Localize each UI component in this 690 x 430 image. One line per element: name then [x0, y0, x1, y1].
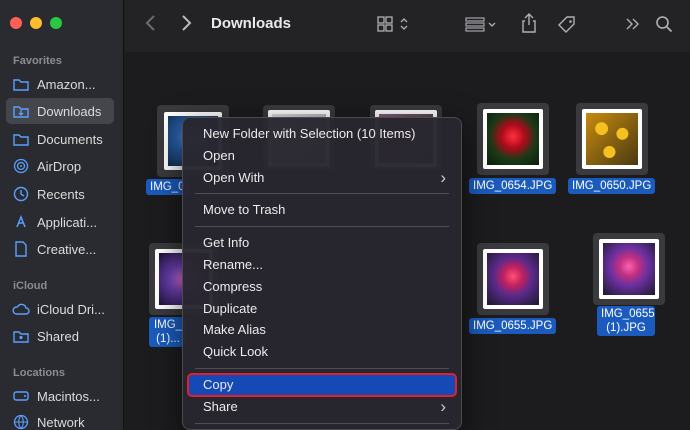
sidebar-item-label: Documents — [37, 131, 103, 147]
sidebar-item-label: Amazon... — [37, 76, 96, 92]
menu-item-quick-look[interactable]: Quick Look — [188, 341, 456, 363]
file-name: IMG_0655 (1).JPG — [597, 306, 655, 336]
sidebar-item-amazon[interactable]: Amazon... — [6, 71, 114, 97]
window-controls — [10, 17, 62, 29]
file-name: IMG_0650.JPG — [568, 178, 656, 194]
sidebar-item-label: AirDrop — [37, 158, 82, 174]
applications-icon — [12, 214, 30, 230]
cloud-icon — [12, 301, 30, 317]
group-icon — [465, 17, 499, 36]
locations-section-title: Locations — [13, 367, 65, 379]
search-icon — [655, 16, 673, 37]
minimize-window-button[interactable] — [30, 17, 42, 29]
sidebar-item-label: Macintos... — [37, 388, 100, 404]
menu-item-new-folder-with-selection[interactable]: New Folder with Selection (10 Items) — [188, 123, 456, 145]
zoom-window-button[interactable] — [50, 17, 62, 29]
sidebar-item-recents[interactable]: Recents — [6, 181, 114, 207]
sidebar-item-shared[interactable]: Shared — [6, 323, 114, 349]
window-title: Downloads — [211, 15, 292, 32]
menu-item-share[interactable]: Share — [188, 396, 456, 418]
favorites-section-title: Favorites — [13, 55, 62, 67]
document-icon — [12, 241, 30, 257]
folder-icon — [12, 76, 30, 92]
grid-view-icon — [377, 16, 411, 36]
file-thumbnail — [582, 109, 642, 169]
file-thumbnail — [599, 239, 659, 299]
menu-item-duplicate[interactable]: Duplicate — [188, 298, 456, 320]
file-name: IMG_0654.JPG — [469, 178, 557, 194]
back-button[interactable] — [145, 14, 157, 37]
document-folder-icon — [12, 131, 30, 147]
menu-item-get-info[interactable]: Get Info — [188, 232, 456, 254]
sidebar-item-label: Network — [37, 414, 85, 430]
menu-item-move-to-trash[interactable]: Move to Trash — [188, 199, 456, 221]
disk-icon — [12, 388, 30, 404]
chevron-double-right-icon — [625, 18, 641, 36]
menu-separator — [195, 367, 449, 369]
menu-item-copy[interactable]: Copy — [187, 372, 457, 397]
share-button[interactable] — [521, 13, 537, 38]
sidebar-item-icloud-drive[interactable]: iCloud Dri... — [6, 296, 114, 322]
sidebar-item-network[interactable]: Network — [6, 409, 114, 430]
view-mode-button[interactable] — [377, 16, 411, 37]
file-thumbnail — [483, 249, 543, 309]
clock-icon — [12, 186, 30, 202]
menu-separator — [195, 226, 449, 228]
sidebar-item-label: Creative... — [37, 241, 97, 257]
menu-item-rename[interactable]: Rename... — [188, 254, 456, 276]
sidebar-item-macintosh[interactable]: Macintos... — [6, 383, 114, 409]
search-button[interactable] — [655, 15, 673, 38]
menu-separator — [195, 422, 449, 424]
tag-icon — [557, 16, 577, 39]
group-by-button[interactable] — [465, 16, 499, 37]
sidebar-item-label: Recents — [37, 186, 85, 202]
sidebar-item-creative[interactable]: Creative... — [6, 236, 114, 262]
sidebar-item-label: Applicati... — [37, 214, 97, 230]
sidebar-item-airdrop[interactable]: AirDrop — [6, 153, 114, 179]
share-icon — [521, 13, 537, 37]
toolbar: Downloads — [125, 0, 690, 52]
icloud-section-title: iCloud — [13, 280, 48, 292]
sidebar-item-documents[interactable]: Documents — [6, 126, 114, 152]
more-toolbar-button[interactable] — [625, 16, 641, 37]
menu-item-compress[interactable]: Compress — [188, 276, 456, 298]
menu-separator — [195, 193, 449, 195]
sidebar-item-label: iCloud Dri... — [37, 301, 105, 317]
menu-item-make-alias[interactable]: Make Alias — [188, 319, 456, 341]
file-name: IMG_0655.JPG — [469, 318, 557, 334]
forward-button[interactable] — [180, 14, 192, 37]
context-menu: New Folder with Selection (10 Items) Ope… — [182, 117, 462, 430]
menu-item-open[interactable]: Open — [188, 145, 456, 167]
menu-item-open-with[interactable]: Open With — [188, 167, 456, 189]
sidebar: Favorites Amazon... Downloads Documents … — [0, 0, 124, 430]
globe-icon — [12, 414, 30, 430]
sidebar-item-label: Downloads — [37, 103, 102, 119]
close-window-button[interactable] — [10, 17, 22, 29]
sidebar-item-label: Shared — [37, 328, 79, 344]
shared-folder-icon — [12, 328, 30, 344]
airdrop-icon — [12, 158, 30, 174]
download-folder-icon — [12, 103, 30, 119]
tag-button[interactable] — [557, 15, 577, 40]
sidebar-item-applications[interactable]: Applicati... — [6, 209, 114, 235]
sidebar-item-downloads[interactable]: Downloads — [6, 98, 114, 124]
file-thumbnail — [483, 109, 543, 169]
